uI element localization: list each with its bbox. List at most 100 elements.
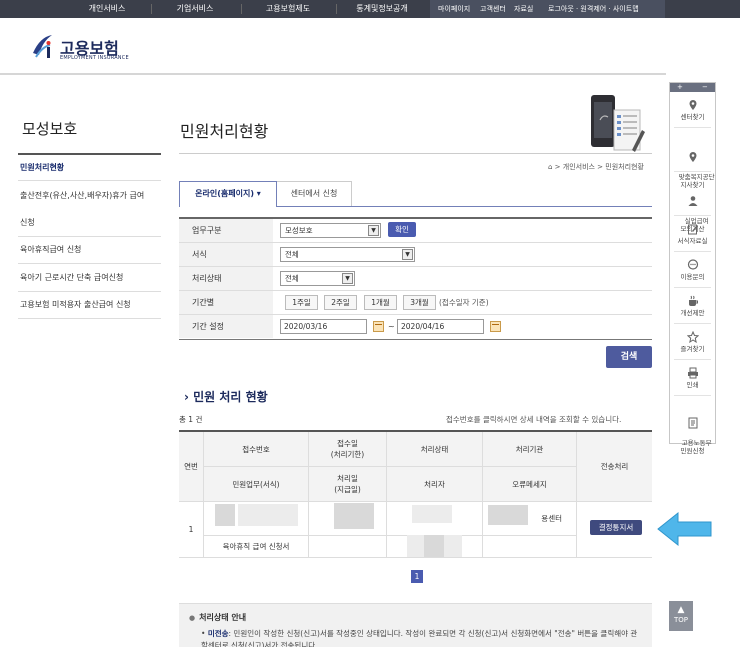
quick-center-search[interactable]: 센터찾기	[670, 99, 715, 121]
form-label-period: 기간별	[179, 291, 273, 314]
quick-divider	[674, 251, 711, 252]
chat-bubble-icon	[687, 259, 698, 270]
calendar-icon[interactable]	[490, 321, 501, 332]
pagination-current[interactable]: 1	[411, 570, 423, 583]
edit-icon	[687, 224, 698, 235]
th-status: 처리상태	[387, 432, 483, 467]
nav-statistics[interactable]: 통계및정보공개	[340, 0, 424, 18]
sidebar-item-parental-leave[interactable]: 육아휴직급여 신청	[20, 244, 161, 256]
quick-form-library[interactable]: 서식자료실	[670, 223, 715, 245]
period-hint: (접수일자 기준)	[439, 298, 489, 307]
nav-personal-service[interactable]: 개인서비스	[68, 0, 146, 18]
page-title: 민원처리현황	[180, 122, 269, 141]
th-handler: 처리자	[387, 467, 483, 502]
quick-divider	[674, 395, 711, 396]
header-divider	[0, 73, 666, 75]
quick-divider	[674, 323, 711, 324]
chevron-down-icon: ▼	[368, 225, 379, 236]
period-1week-button[interactable]: 1주일	[285, 295, 318, 310]
form-row-form-type: 서식 전체 ▼	[179, 243, 652, 267]
tab-center-application[interactable]: 센터에서 신청	[277, 181, 352, 207]
date-from-input[interactable]: 2020/03/16	[280, 319, 367, 334]
quick-menu-header: + −	[670, 83, 715, 92]
redacted-block	[238, 504, 298, 526]
sidebar-divider	[18, 291, 161, 292]
period-2week-button[interactable]: 2주일	[324, 295, 357, 310]
form-type-select[interactable]: 전체 ▼	[280, 247, 415, 262]
form-row-status: 처리상태 전체 ▼	[179, 267, 652, 291]
sidebar-divider	[18, 236, 161, 237]
nav-insurance-system[interactable]: 고용보험제도	[246, 0, 330, 18]
quick-divider	[674, 127, 711, 128]
th-agency: 처리기관	[483, 432, 577, 467]
sidebar-item-maternity-leave[interactable]: 출산전후(유산,사산,배우자)휴가 급여	[20, 190, 161, 202]
search-button[interactable]: 검색	[606, 346, 652, 368]
date-to-input[interactable]: 2020/04/16	[397, 319, 484, 334]
quick-label: 고용노동부 민원신청	[680, 439, 712, 455]
results-table: 연번 접수번호 접수일 (처리기한) 처리상태 처리기관 전송처리 민원업무(서…	[179, 430, 652, 558]
redacted-block	[424, 535, 444, 557]
form-label-biz-type: 업무구분	[179, 219, 273, 242]
result-count: 총 1 건	[179, 415, 203, 424]
sidebar-title-rule	[18, 153, 161, 155]
biz-type-select[interactable]: 모성보호 ▼	[280, 223, 381, 238]
sidebar-item-status[interactable]: 민원처리현황	[20, 162, 161, 174]
sidebar-divider	[18, 180, 161, 181]
scroll-top-label: TOP	[673, 616, 688, 624]
sidebar-item-uninsured-maternity[interactable]: 고용보험 미적용자 출산급여 신청	[20, 299, 161, 311]
quick-inquiry[interactable]: 이용문의	[670, 259, 715, 281]
quick-divider	[674, 215, 711, 216]
quick-label: 즐겨찾기	[680, 345, 705, 353]
quick-print[interactable]: 인쇄	[670, 367, 715, 389]
quick-favorites[interactable]: 즐겨찾기	[670, 331, 715, 353]
location-pin-icon	[689, 152, 696, 162]
quick-label: 개선제안	[680, 309, 705, 317]
coffee-cup-icon	[688, 295, 698, 306]
status-select[interactable]: 전체 ▼	[280, 271, 355, 286]
quick-label: 인쇄	[686, 381, 699, 389]
th-send: 전송처리	[577, 432, 652, 502]
date-range-separator: ~	[388, 322, 395, 331]
nav-util-links[interactable]: 로그아웃 · 원격제어 · 사이트맵	[548, 0, 639, 18]
expand-icon[interactable]: +	[677, 83, 683, 92]
form-row-period: 기간별 1주일 2주일 1개월 3개월 (접수일자 기준)	[179, 291, 652, 315]
location-pin-icon	[689, 100, 696, 110]
quick-ministry-petition[interactable]: 고용노동부 민원신청	[670, 401, 715, 463]
printer-icon	[687, 367, 698, 379]
nav-mypage[interactable]: 마이페이지	[438, 0, 470, 18]
form-label-form-type: 서식	[179, 243, 273, 266]
quick-divider	[674, 287, 711, 288]
pointer-arrow-icon	[657, 511, 712, 547]
nav-divider	[241, 4, 242, 14]
logo-mark-icon	[33, 35, 52, 58]
site-logo[interactable]: 고용보험 EMPLOYMENT INSURANCE	[30, 33, 150, 67]
quick-divider	[674, 171, 711, 172]
decision-notice-button[interactable]: 결정통지서	[590, 520, 642, 535]
th-error: 오류메세지	[483, 467, 577, 502]
result-tip: 접수번호를 클릭하시면 상세 내역을 조회할 수 있습니다.	[446, 415, 622, 424]
redacted-block	[488, 505, 528, 525]
sidebar-title: 모성보호	[22, 120, 78, 138]
breadcrumb[interactable]: ⌂ > 개인서비스 > 민원처리현황	[548, 162, 644, 172]
calendar-icon[interactable]	[373, 321, 384, 332]
sidebar-item-maternity-leave-cont[interactable]: 신청	[20, 217, 161, 229]
collapse-icon[interactable]: −	[702, 83, 708, 92]
redacted-block	[215, 504, 235, 526]
quick-label: 이용문의	[680, 273, 705, 281]
tab-online[interactable]: 온라인(홈페이지) ▾	[179, 181, 277, 207]
nav-data-room[interactable]: 자료실	[514, 0, 533, 18]
quick-divider	[674, 359, 711, 360]
confirm-button[interactable]: 확인	[388, 222, 416, 237]
th-proc-date: 처리일 (지급일)	[309, 467, 387, 502]
status-info-box: 처리상태 안내 • 미전송: 민원인이 작성한 신청(신고)서를 작성중인 상태…	[179, 603, 652, 647]
tab-underline	[277, 206, 652, 207]
nav-customer-center[interactable]: 고객센터	[480, 0, 506, 18]
nav-divider	[151, 4, 152, 14]
sidebar-item-reduced-hours[interactable]: 육아기 근로시간 단축 급여신청	[20, 272, 161, 284]
nav-corporate-service[interactable]: 기업서비스	[156, 0, 234, 18]
period-3month-button[interactable]: 3개월	[403, 295, 436, 310]
quick-suggestion[interactable]: 개선제안	[670, 295, 715, 317]
scroll-top-button[interactable]: ▲ TOP	[669, 601, 693, 631]
logo-subtitle: EMPLOYMENT INSURANCE	[60, 55, 129, 61]
period-1month-button[interactable]: 1개월	[364, 295, 397, 310]
